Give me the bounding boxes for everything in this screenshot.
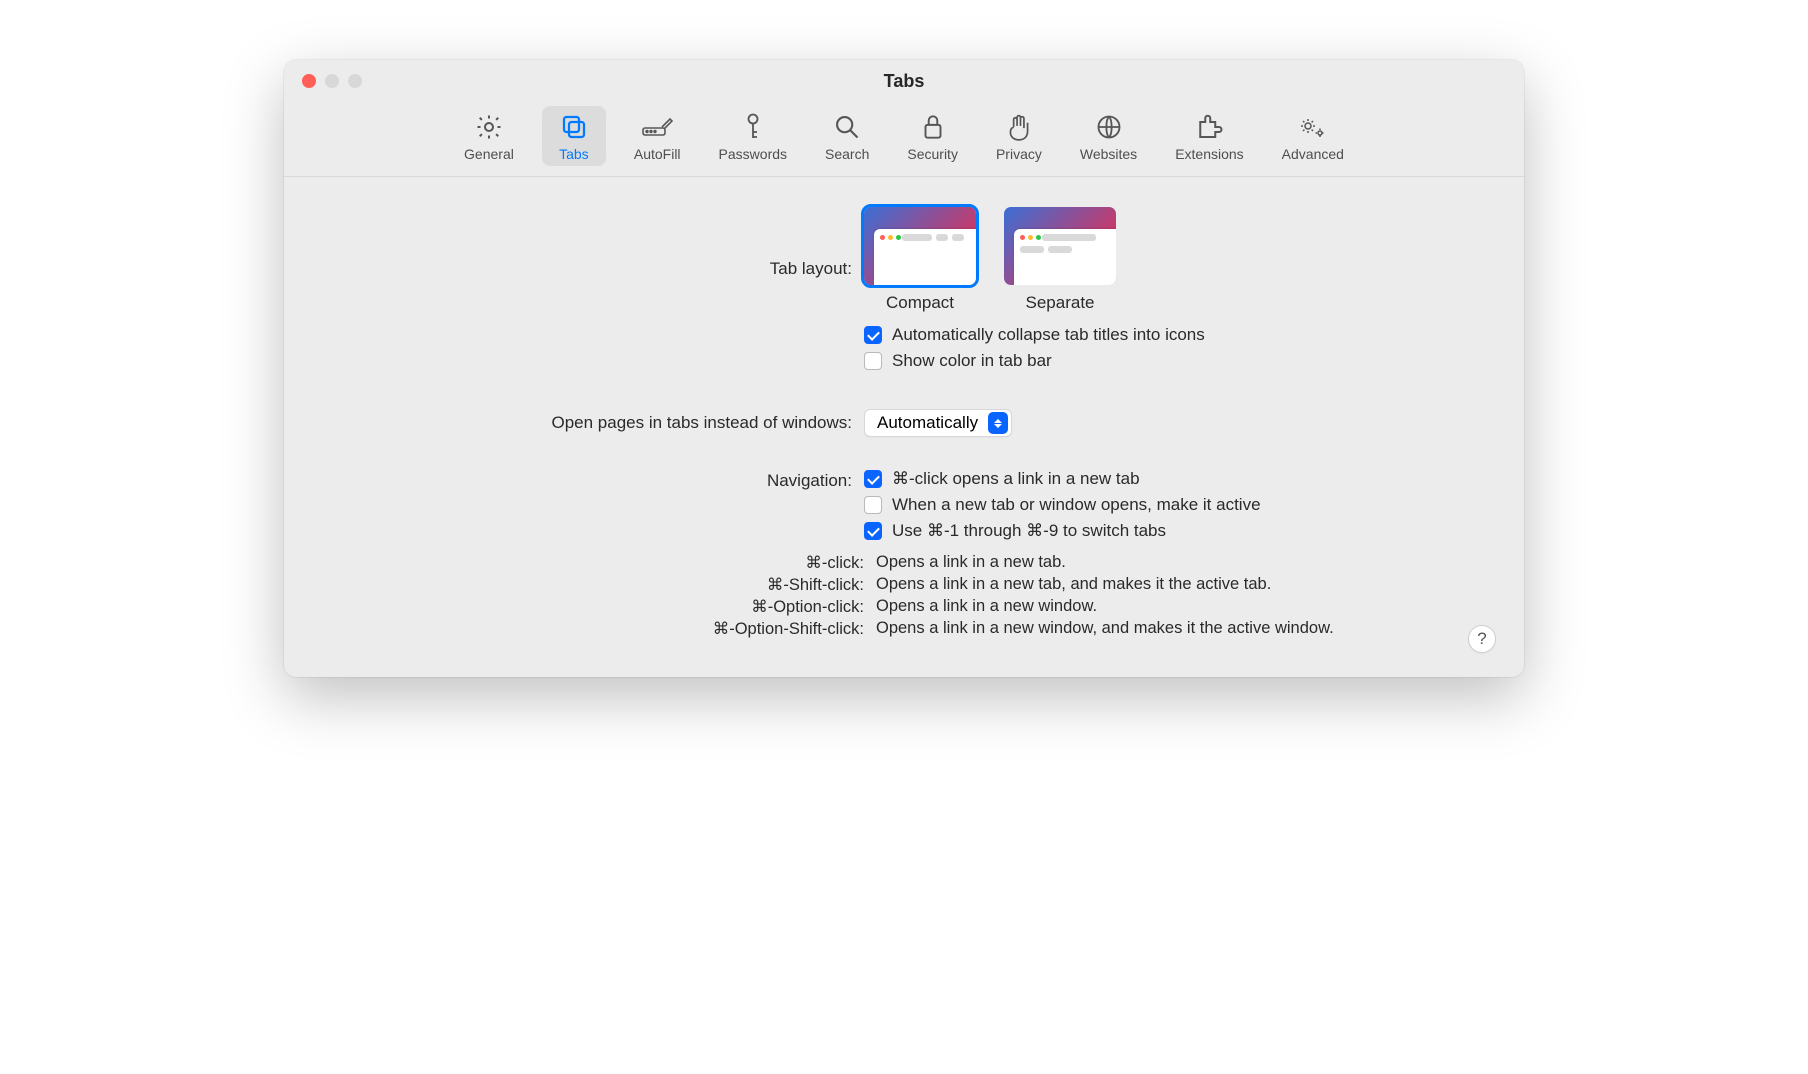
toolbar-label: Websites: [1080, 146, 1137, 162]
checkbox-show-color[interactable]: [864, 352, 882, 370]
shortcut-desc: Opens a link in a new tab, and makes it …: [876, 575, 1484, 595]
select-value: Automatically: [877, 413, 978, 433]
tab-layout-label: Tab layout:: [324, 207, 864, 279]
toolbar-label: Search: [825, 146, 869, 162]
pencil-field-icon: [640, 112, 674, 142]
preferences-window: Tabs General Tabs AutoFill Passwords: [284, 60, 1524, 677]
gears-icon: [1296, 112, 1330, 142]
toolbar-label: Advanced: [1282, 146, 1344, 162]
minimize-window-button[interactable]: [325, 74, 339, 88]
toolbar-item-search[interactable]: Search: [815, 106, 879, 166]
checkbox-label: Use ⌘-1 through ⌘-9 to switch tabs: [892, 521, 1166, 541]
layout-thumb-compact: [864, 207, 976, 285]
layout-caption: Separate: [1004, 293, 1116, 313]
toolbar-label: Tabs: [559, 146, 589, 162]
toolbar-item-advanced[interactable]: Advanced: [1272, 106, 1354, 166]
checkbox-label: Automatically collapse tab titles into i…: [892, 325, 1205, 345]
navigation-label: Navigation:: [324, 469, 864, 491]
checkbox-label: ⌘-click opens a link in a new tab: [892, 469, 1140, 489]
open-pages-select[interactable]: Automatically: [864, 409, 1012, 437]
toolbar-label: Security: [907, 146, 958, 162]
shortcut-descriptions: ⌘-click: Opens a link in a new tab. ⌘-Sh…: [324, 553, 1484, 639]
shortcut-desc: Opens a link in a new window.: [876, 597, 1484, 617]
key-icon: [736, 112, 770, 142]
toolbar-label: Passwords: [719, 146, 787, 162]
shortcut-key: ⌘-Option-Shift-click:: [324, 619, 864, 639]
zoom-window-button[interactable]: [348, 74, 362, 88]
shortcut-key: ⌘-click:: [324, 553, 864, 573]
layout-caption: Compact: [864, 293, 976, 313]
layout-thumb-separate: [1004, 207, 1116, 285]
toolbar-label: Privacy: [996, 146, 1042, 162]
toolbar-item-extensions[interactable]: Extensions: [1165, 106, 1253, 166]
help-icon: ?: [1477, 629, 1486, 649]
toolbar-label: General: [464, 146, 514, 162]
toolbar-item-security[interactable]: Security: [897, 106, 968, 166]
checkbox-collapse-titles[interactable]: [864, 326, 882, 344]
shortcut-desc: Opens a link in a new tab.: [876, 553, 1484, 573]
toolbar-item-autofill[interactable]: AutoFill: [624, 106, 691, 166]
toolbar-label: AutoFill: [634, 146, 681, 162]
shortcut-key: ⌘-Shift-click:: [324, 575, 864, 595]
toolbar-item-passwords[interactable]: Passwords: [709, 106, 797, 166]
puzzle-icon: [1192, 112, 1226, 142]
shortcut-desc: Opens a link in a new window, and makes …: [876, 619, 1484, 639]
tabs-icon: [557, 112, 591, 142]
toolbar-item-privacy[interactable]: Privacy: [986, 106, 1052, 166]
titlebar: Tabs: [284, 60, 1524, 102]
gear-icon: [472, 112, 506, 142]
shortcut-key: ⌘-Option-click:: [324, 597, 864, 617]
hand-icon: [1002, 112, 1036, 142]
toolbar-item-websites[interactable]: Websites: [1070, 106, 1147, 166]
chevron-up-down-icon: [988, 412, 1008, 434]
toolbar-item-tabs[interactable]: Tabs: [542, 106, 606, 166]
layout-option-separate[interactable]: Separate: [1004, 207, 1116, 313]
checkbox-make-active[interactable]: [864, 496, 882, 514]
lock-icon: [916, 112, 950, 142]
toolbar-item-general[interactable]: General: [454, 106, 524, 166]
content-area: Tab layout: Compact Separate: [284, 177, 1524, 677]
layout-option-compact[interactable]: Compact: [864, 207, 976, 313]
close-window-button[interactable]: [302, 74, 316, 88]
checkbox-label: When a new tab or window opens, make it …: [892, 495, 1261, 515]
toolbar-label: Extensions: [1175, 146, 1243, 162]
magnifier-icon: [830, 112, 864, 142]
window-title: Tabs: [884, 71, 925, 92]
checkbox-cmd-number[interactable]: [864, 522, 882, 540]
checkbox-label: Show color in tab bar: [892, 351, 1052, 371]
open-pages-label: Open pages in tabs instead of windows:: [324, 413, 864, 433]
help-button[interactable]: ?: [1468, 625, 1496, 653]
globe-icon: [1092, 112, 1126, 142]
checkbox-cmd-click[interactable]: [864, 470, 882, 488]
preferences-toolbar: General Tabs AutoFill Passwords Search: [284, 102, 1524, 177]
traffic-lights: [302, 74, 362, 88]
